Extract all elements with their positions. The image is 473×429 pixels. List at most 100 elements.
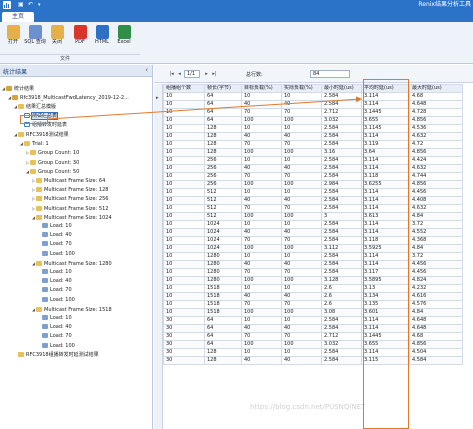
table-cell[interactable]: 4.856 <box>409 148 463 157</box>
table-cell[interactable]: 64 <box>204 332 242 341</box>
tree-item[interactable]: ◢ Group Count: 50 <box>26 168 79 175</box>
table-row[interactable]: 30 64 70 70 2.712 3.1445 4.68 <box>163 332 463 341</box>
table-cell[interactable]: 2.584 <box>321 92 362 101</box>
tree-item[interactable]: Load: 70 <box>38 287 72 294</box>
table-cell[interactable]: 100 <box>241 180 282 189</box>
table-row[interactable]: 10 512 40 40 2.584 3.114 4.408 <box>163 196 463 205</box>
table-cell[interactable]: 100 <box>281 180 322 189</box>
table-cell[interactable]: 4.744 <box>409 172 463 181</box>
table-cell[interactable]: 2.584 <box>321 252 362 261</box>
tree-item[interactable]: Load: 40 <box>38 232 72 239</box>
table-row[interactable]: 10 64 10 10 2.584 3.114 4.68 <box>163 92 463 101</box>
tree-item[interactable]: ▷ Multicast Frame Size: 128 <box>32 186 108 193</box>
table-cell[interactable]: 2.6 <box>321 300 362 309</box>
table-row[interactable]: 10 1024 40 40 2.584 3.114 4.552 <box>163 228 463 237</box>
collapse-pane-icon[interactable]: ‹ <box>145 66 148 74</box>
table-row[interactable]: 30 64 10 10 2.584 3.114 4.648 <box>163 316 463 325</box>
table-cell[interactable]: 1024 <box>204 236 242 245</box>
table-cell[interactable]: 4.648 <box>409 324 463 333</box>
table-cell[interactable]: 128 <box>204 124 242 133</box>
table-cell[interactable]: 10 <box>241 252 282 261</box>
table-row[interactable]: 10 256 70 70 2.584 3.118 4.744 <box>163 172 463 181</box>
table-cell[interactable]: 40 <box>281 228 322 237</box>
tree-item[interactable]: ◢ RFC3918测试结果 <box>14 131 69 138</box>
table-cell[interactable]: 70 <box>281 268 322 277</box>
table-cell[interactable]: 1518 <box>204 308 242 317</box>
tree-item[interactable]: ▷ Group Count: 10 <box>26 149 79 156</box>
table-cell[interactable]: 4.856 <box>409 180 463 189</box>
tree-item[interactable]: Load: 70 <box>38 241 72 248</box>
table-cell[interactable]: 10 <box>163 244 205 253</box>
table-cell[interactable]: 10 <box>163 140 205 149</box>
table-cell[interactable]: 10 <box>281 188 322 197</box>
table-row[interactable]: 30 128 10 10 2.584 3.114 4.504 <box>163 348 463 357</box>
table-cell[interactable]: 30 <box>163 348 205 357</box>
table-cell[interactable]: 40 <box>281 324 322 333</box>
table-cell[interactable]: 128 <box>204 348 242 357</box>
table-cell[interactable]: 100 <box>281 212 322 221</box>
table-cell[interactable]: 4.456 <box>409 268 463 277</box>
table-cell[interactable]: 10 <box>163 156 205 165</box>
table-cell[interactable]: 10 <box>281 92 322 101</box>
table-cell[interactable]: 10 <box>281 284 322 293</box>
column-header[interactable]: 最大时延(us) <box>409 84 463 93</box>
table-cell[interactable]: 4.68 <box>409 332 463 341</box>
table-cell[interactable]: 2.584 <box>321 188 362 197</box>
table-row[interactable]: 10 1280 70 70 2.584 3.117 4.456 <box>163 268 463 277</box>
table-cell[interactable]: 10 <box>163 100 205 109</box>
table-cell[interactable]: 4.616 <box>409 292 463 301</box>
table-cell[interactable]: 3.72 <box>409 252 463 261</box>
table-cell[interactable]: 4.408 <box>409 196 463 205</box>
table-cell[interactable]: 30 <box>163 316 205 325</box>
table-cell[interactable]: 256 <box>204 156 242 165</box>
table-cell[interactable]: 4.504 <box>409 348 463 357</box>
table-cell[interactable]: 10 <box>281 156 322 165</box>
table-cell[interactable]: 4.648 <box>409 100 463 109</box>
table-cell[interactable]: 10 <box>241 220 282 229</box>
table-row[interactable]: 10 1518 10 10 2.6 3.13 4.232 <box>163 284 463 293</box>
table-cell[interactable]: 10 <box>163 196 205 205</box>
table-cell[interactable]: 2.584 <box>321 316 362 325</box>
table-cell[interactable]: 2.712 <box>321 332 362 341</box>
table-cell[interactable]: 4.552 <box>409 228 463 237</box>
table-cell[interactable]: 64 <box>204 92 242 101</box>
table-cell[interactable]: 4.856 <box>409 340 463 349</box>
table-cell[interactable]: 100 <box>281 148 322 157</box>
prev-page-icon[interactable]: ◂ <box>176 71 183 78</box>
table-cell[interactable]: 1024 <box>204 228 242 237</box>
table-cell[interactable]: 70 <box>241 268 282 277</box>
table-cell[interactable]: 70 <box>241 108 282 117</box>
table-row[interactable]: 10 64 70 70 2.712 3.1445 4.728 <box>163 108 463 117</box>
table-cell[interactable]: 10 <box>281 220 322 229</box>
table-cell[interactable]: 10 <box>163 116 205 125</box>
table-cell[interactable]: 10 <box>163 220 205 229</box>
table-cell[interactable]: 2.584 <box>321 220 362 229</box>
table-cell[interactable]: 10 <box>281 348 322 357</box>
table-cell[interactable]: 100 <box>281 308 322 317</box>
table-cell[interactable]: 3 <box>321 212 362 221</box>
table-cell[interactable]: 40 <box>281 164 322 173</box>
table-cell[interactable]: 10 <box>163 300 205 309</box>
tree-item[interactable]: Load: 100 <box>38 296 75 304</box>
table-cell[interactable]: 4.632 <box>409 164 463 173</box>
tree-item[interactable]: Load: 10 <box>38 223 72 230</box>
table-row[interactable]: 10 256 40 40 2.584 3.114 4.632 <box>163 164 463 173</box>
tree-item[interactable]: ◢ Rfc3918_MulticastFwdLatency_2019-12-2..… <box>8 94 129 101</box>
tree-item[interactable]: Load: 40 <box>38 324 72 331</box>
table-cell[interactable]: 10 <box>241 92 282 101</box>
table-cell[interactable]: 2.712 <box>321 108 362 117</box>
table-cell[interactable]: 512 <box>204 188 242 197</box>
table-cell[interactable]: 4.856 <box>409 116 463 125</box>
table-cell[interactable]: 70 <box>241 236 282 245</box>
first-page-icon[interactable]: |◂ <box>168 71 175 78</box>
table-cell[interactable]: 100 <box>241 276 282 285</box>
table-cell[interactable]: 2.584 <box>321 172 362 181</box>
table-cell[interactable]: 40 <box>241 228 282 237</box>
table-cell[interactable]: 10 <box>163 212 205 221</box>
table-cell[interactable]: 3.112 <box>321 244 362 253</box>
table-cell[interactable]: 30 <box>163 324 205 333</box>
table-cell[interactable]: 1024 <box>204 220 242 229</box>
table-cell[interactable]: 128 <box>204 132 242 141</box>
table-cell[interactable]: 10 <box>163 164 205 173</box>
table-cell[interactable]: 3.128 <box>321 276 362 285</box>
